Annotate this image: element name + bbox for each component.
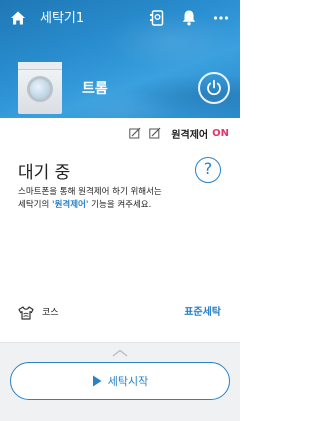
remote-icon[interactable]	[150, 10, 164, 26]
machine-state: 대기 중	[18, 163, 71, 183]
washer-image	[18, 62, 62, 114]
status-row: 원격제어 ON	[129, 126, 229, 141]
remote-control-state: ON	[212, 127, 229, 139]
description-prefix: 세탁기의	[18, 200, 52, 210]
remote-instructions: 스마트폰을 통해 원격제어 하기 위해서는 세탁기의 '원격제어' 기능을 켜주…	[18, 186, 188, 212]
description-line1: 스마트폰을 통해 원격제어 하기 위해서는	[18, 187, 162, 197]
device-header: 세탁기1 트롬	[0, 0, 240, 118]
more-icon[interactable]	[213, 11, 229, 25]
course-value[interactable]: 표준세탁	[184, 306, 221, 320]
remote-control-label: 원격제어	[171, 129, 209, 141]
device-name: 트롬	[82, 81, 108, 97]
description-highlight: '원격제어'	[51, 200, 89, 210]
power-icon	[207, 79, 221, 96]
edit-disabled-icon	[129, 127, 141, 139]
play-icon	[92, 375, 102, 387]
start-wash-label: 세탁시작	[107, 375, 149, 388]
shirt-icon	[18, 306, 34, 320]
bell-icon[interactable]	[181, 9, 197, 26]
bottom-panel: 세탁시작	[0, 342, 240, 421]
page-title: 세탁기1	[40, 11, 85, 26]
description-suffix: 기능을 켜주세요.	[88, 200, 152, 210]
start-wash-button[interactable]: 세탁시작	[10, 362, 230, 400]
top-bar: 세탁기1	[0, 0, 240, 36]
chevron-up-icon[interactable]	[112, 349, 128, 357]
home-icon[interactable]	[10, 10, 26, 26]
help-button[interactable]: ?	[195, 157, 221, 183]
edit-disabled-icon	[149, 127, 161, 139]
course-label: 코스	[42, 308, 59, 318]
course-row[interactable]: 코스 표준세탁	[0, 300, 240, 326]
power-button[interactable]	[198, 72, 230, 104]
